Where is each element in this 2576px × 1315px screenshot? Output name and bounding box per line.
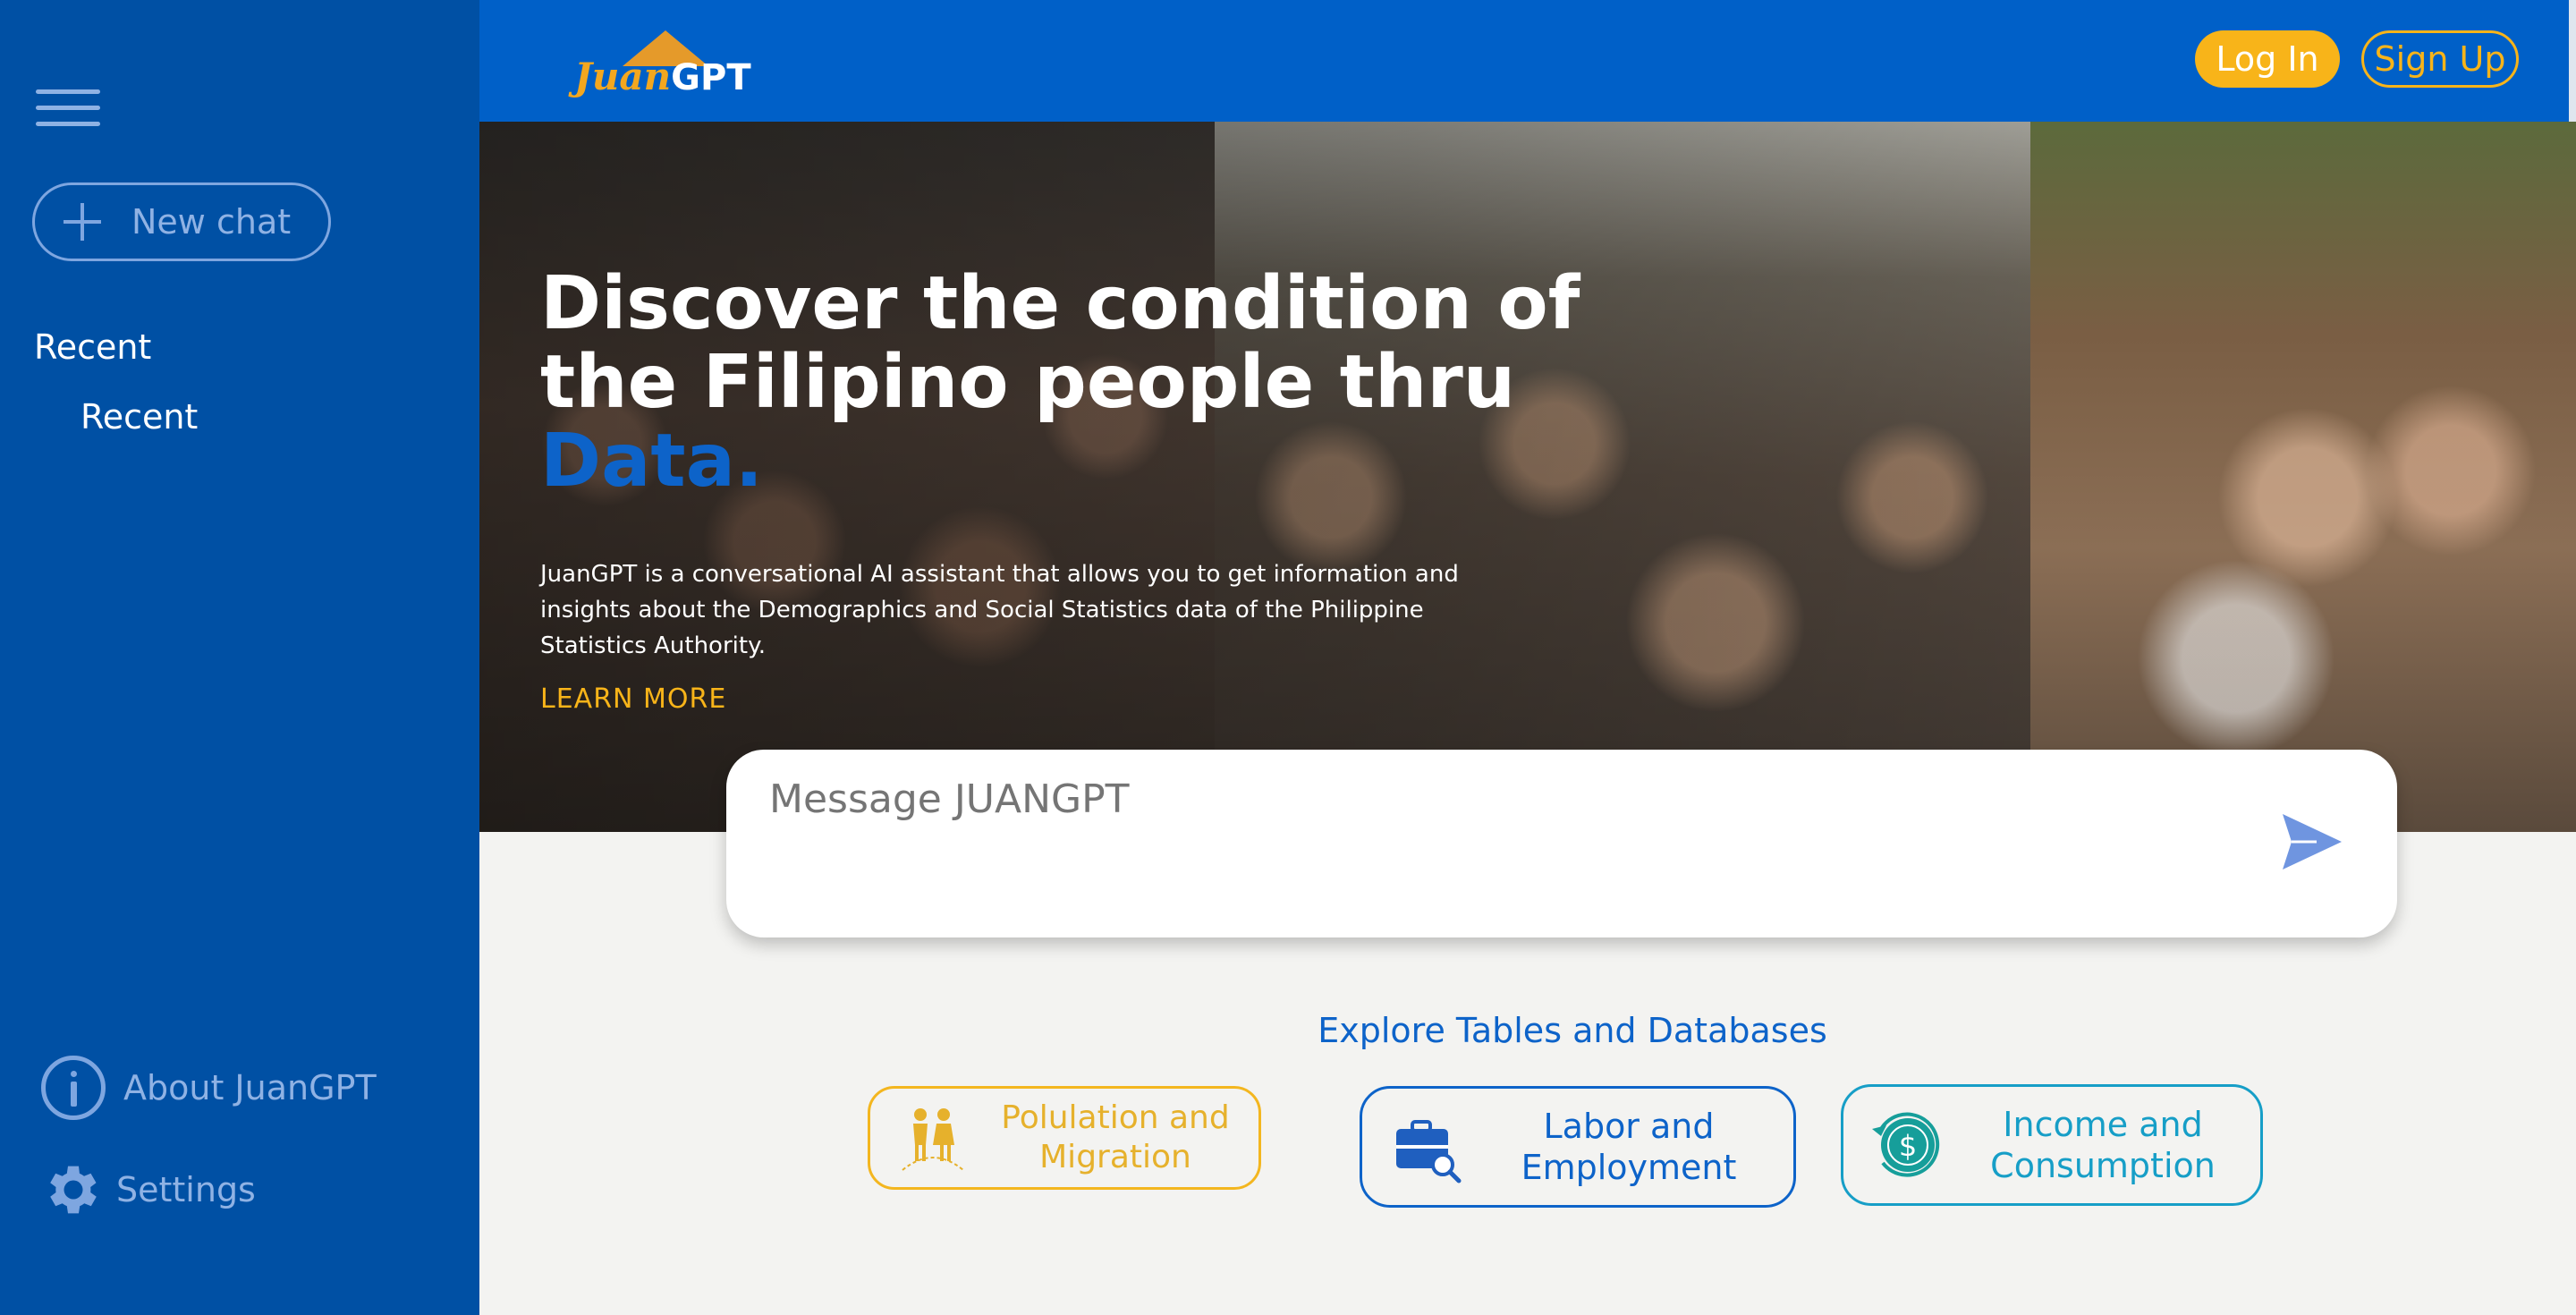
labor-and-employment-tile[interactable]: Labor and Employment xyxy=(1360,1086,1796,1208)
income-tile-label: Income and Consumption xyxy=(1990,1105,2216,1185)
settings-label: Settings xyxy=(116,1170,256,1209)
message-composer[interactable] xyxy=(726,750,2397,937)
about-juangpt-link[interactable]: About JuanGPT xyxy=(41,1056,377,1120)
family-photo xyxy=(2030,122,2576,832)
population-tile-label: Polulation and Migration xyxy=(1001,1099,1230,1175)
explore-title: Explore Tables and Databases xyxy=(1318,1011,1827,1050)
scrollbar[interactable] xyxy=(2569,0,2576,122)
population-and-migration-tile[interactable]: Polulation and Migration xyxy=(868,1086,1261,1190)
sidebar: New chat Recent Recent About JuanGPT Set… xyxy=(0,0,479,1315)
hamburger-menu-icon[interactable] xyxy=(36,86,100,129)
message-input[interactable] xyxy=(769,776,2200,822)
learn-more-link[interactable]: LEARN MORE xyxy=(540,683,726,715)
log-in-button[interactable]: Log In xyxy=(2195,30,2340,88)
top-bar: JuanGPT Log In Sign Up xyxy=(479,0,2576,122)
juangpt-logo[interactable]: JuanGPT xyxy=(574,27,753,107)
hero-description: JuanGPT is a conversational AI assistant… xyxy=(540,561,1459,659)
info-icon xyxy=(41,1056,106,1120)
new-chat-button[interactable]: New chat xyxy=(32,182,331,261)
send-icon[interactable] xyxy=(2281,812,2343,871)
new-chat-label: New chat xyxy=(131,202,292,242)
labor-tile-label: Labor and Employment xyxy=(1521,1107,1737,1187)
about-label: About JuanGPT xyxy=(123,1068,377,1107)
hero-banner: Discover the condition of the Filipino p… xyxy=(479,122,2576,832)
income-and-consumption-tile[interactable]: $ Income and Consumption xyxy=(1841,1084,2263,1206)
briefcase-search-icon xyxy=(1396,1120,1462,1184)
gear-icon xyxy=(50,1166,97,1214)
svg-text:$: $ xyxy=(1899,1129,1917,1163)
population-icon xyxy=(902,1108,964,1171)
logo-text: JuanGPT xyxy=(574,55,751,98)
sign-up-button[interactable]: Sign Up xyxy=(2361,30,2519,88)
recent-chat-item[interactable]: Recent xyxy=(80,397,198,437)
dollar-refresh-icon: $ xyxy=(1872,1112,1940,1177)
plus-icon xyxy=(64,203,101,241)
settings-link[interactable]: Settings xyxy=(41,1158,256,1222)
recent-heading: Recent xyxy=(34,327,152,367)
hero-headline: Discover the condition of the Filipino p… xyxy=(540,261,1580,504)
